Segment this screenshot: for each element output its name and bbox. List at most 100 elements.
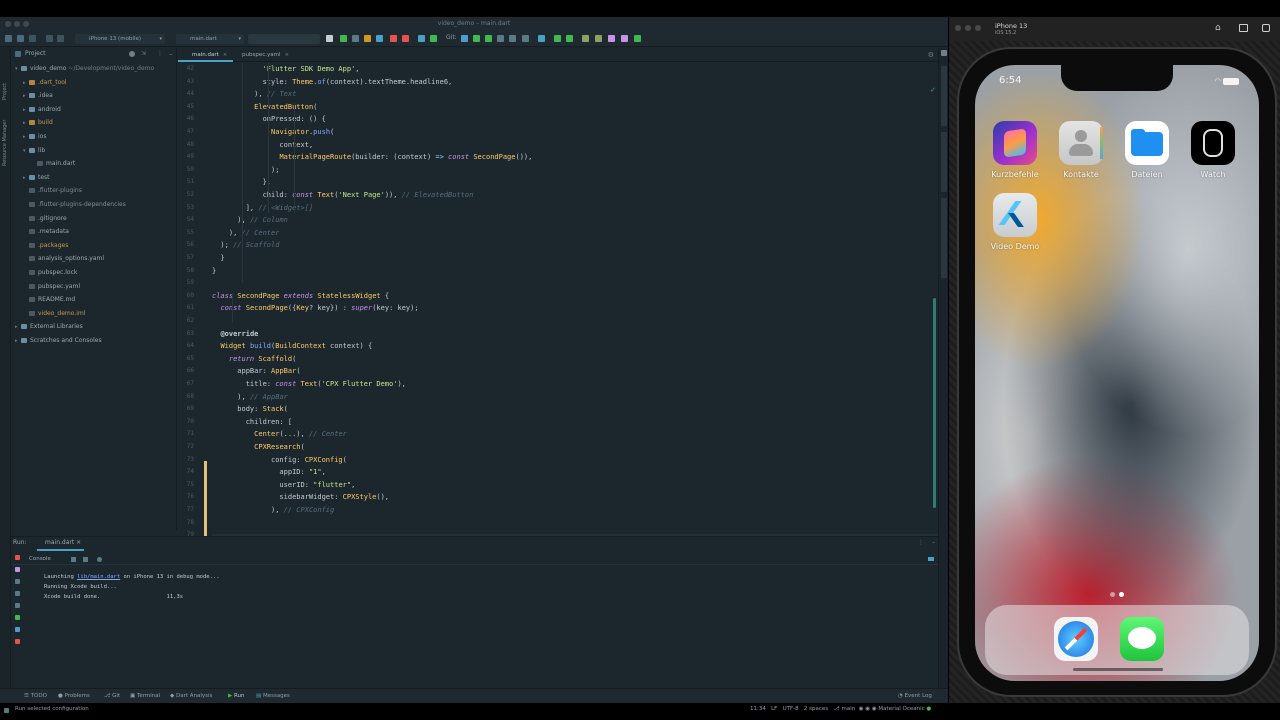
code-line[interactable]: appBar: AppBar( — [212, 365, 300, 378]
resource-manager-tool-tab[interactable]: Resource Manager — [2, 120, 8, 166]
line-number[interactable]: 68 — [187, 393, 194, 400]
code-line[interactable]: ); // Scaffold — [212, 239, 279, 252]
flutter-performance-tab-icon[interactable] — [941, 198, 947, 278]
window-close-icon[interactable] — [5, 21, 11, 27]
locate-file-icon[interactable] — [129, 51, 135, 57]
code-line[interactable]: child: const Text('Next Page')), // Elev… — [212, 189, 474, 202]
search-everywhere-icon[interactable] — [566, 35, 573, 42]
code-line[interactable]: ), // Text — [212, 88, 296, 101]
close-icon[interactable]: × — [76, 539, 81, 546]
line-number[interactable]: 48 — [187, 141, 194, 148]
code-line[interactable]: Navigator.push( — [212, 126, 334, 139]
memory-icon[interactable]: ◉ — [865, 706, 870, 712]
run-tab-main-dart[interactable]: main.dart × — [37, 537, 85, 551]
code-line[interactable]: userID: "flutter", — [212, 479, 355, 492]
git-push-icon[interactable] — [485, 35, 492, 42]
hot-restart-icon[interactable] — [376, 35, 383, 42]
tree-item[interactable]: ▸ test — [23, 173, 50, 183]
git-label-icon[interactable]: Git: — [446, 34, 457, 41]
stop-icon[interactable] — [390, 35, 397, 42]
page-indicator[interactable] — [1108, 582, 1126, 601]
inspection-icon[interactable]: ◉ — [872, 706, 877, 712]
indent-setting[interactable]: 2 spaces — [804, 706, 828, 712]
tree-item[interactable]: ▾ lib — [23, 146, 45, 156]
line-number[interactable]: 67 — [187, 380, 194, 387]
line-number[interactable]: 47 — [187, 128, 194, 135]
line-number[interactable]: 49 — [187, 153, 194, 160]
line-number[interactable]: 62 — [187, 317, 194, 324]
tree-item[interactable]: .packages — [23, 241, 68, 251]
print-icon[interactable] — [15, 603, 20, 608]
code-line[interactable]: CPXResearch( — [212, 441, 305, 454]
home-icon[interactable]: ⌂ — [1215, 23, 1221, 33]
code-line[interactable]: Widget build(BuildContext context) { — [212, 340, 372, 353]
git-update-icon[interactable] — [461, 35, 468, 42]
code-line[interactable]: ); — [212, 164, 279, 177]
layout-icon[interactable] — [928, 557, 934, 561]
tree-item[interactable]: .gitignore — [23, 214, 67, 224]
run-config-selector[interactable]: main.dart ▾ — [176, 34, 244, 44]
code-line[interactable]: Center(...), // Center — [212, 428, 347, 441]
scroll-down-icon[interactable] — [15, 579, 20, 584]
tree-item[interactable]: .flutter-plugins — [23, 186, 82, 196]
line-number[interactable]: 73 — [187, 456, 194, 463]
line-number[interactable]: 54 — [187, 216, 194, 223]
tab-main-dart[interactable]: main.dart × — [178, 48, 234, 62]
window-minimize-icon[interactable] — [14, 21, 20, 27]
app-kontakte[interactable]: Kontakte — [1053, 121, 1109, 179]
git-commit-icon[interactable] — [473, 35, 480, 42]
line-number[interactable]: 66 — [187, 367, 194, 374]
git-rollback-icon[interactable] — [509, 35, 516, 42]
pin-icon[interactable] — [15, 627, 20, 632]
line-number[interactable]: 53 — [187, 204, 194, 211]
code-line[interactable]: ), // CPXConfig — [212, 504, 334, 517]
hide-panel-icon[interactable]: – — [169, 48, 173, 60]
terminal-tool-button[interactable]: ▣ Terminal — [130, 689, 160, 703]
line-number[interactable]: 69 — [187, 405, 194, 412]
line-number[interactable]: 52 — [187, 191, 194, 198]
event-log-button[interactable]: ◔ Event Log — [898, 689, 932, 703]
app-video-demo[interactable]: Video Demo — [987, 193, 1043, 251]
code-line[interactable]: class SecondPage extends StatelessWidget… — [212, 290, 389, 303]
code-line[interactable]: const SecondPage({Key? key}) : super(key… — [212, 302, 418, 315]
git-history-icon[interactable] — [497, 35, 504, 42]
notifications-icon[interactable] — [941, 50, 947, 56]
line-number[interactable]: 60 — [187, 292, 194, 299]
inspector-icon[interactable] — [430, 35, 437, 42]
tree-item[interactable]: ▸ .idea — [23, 91, 53, 101]
options-icon[interactable]: ⋮ — [918, 537, 924, 549]
forward-icon[interactable] — [57, 35, 64, 42]
line-number[interactable]: 71 — [187, 430, 194, 437]
line-number[interactable]: 55 — [187, 229, 194, 236]
git-tool-button[interactable]: ⎇ Git — [104, 689, 120, 703]
scroll-to-end-icon[interactable] — [97, 557, 102, 562]
devtools-icon[interactable] — [418, 35, 425, 42]
code-line[interactable]: } — [212, 265, 216, 278]
code-line[interactable]: MaterialPageRoute(builder: (context) => … — [212, 151, 532, 164]
code-line[interactable]: children: [ — [212, 416, 292, 429]
messages-tool-button[interactable]: ▤ Messages — [256, 689, 290, 703]
tree-item[interactable]: README.md — [23, 295, 75, 305]
soft-wrap-icon[interactable] — [83, 557, 88, 562]
line-number[interactable]: 70 — [187, 418, 194, 425]
layout-icon[interactable] — [538, 35, 545, 42]
save-icon[interactable] — [17, 35, 24, 42]
line-number[interactable]: 74 — [187, 468, 194, 475]
app-dateien[interactable]: Dateien — [1119, 121, 1175, 179]
tree-item[interactable]: .metadata — [23, 227, 69, 237]
code-line[interactable]: context, — [212, 139, 313, 152]
back-icon[interactable] — [46, 35, 53, 42]
app-kurzbefehle[interactable]: Kurzbefehle — [987, 121, 1043, 179]
iphone-screen[interactable]: 6:54 ◠ Kurzbefehle Kontakte Dateien Watc… — [975, 65, 1259, 681]
line-number[interactable]: 77 — [187, 506, 194, 513]
window-zoom-icon[interactable] — [975, 25, 981, 31]
code-line[interactable]: } — [212, 252, 224, 265]
plugin-icon[interactable] — [608, 35, 615, 42]
sdk-manager-icon[interactable] — [595, 35, 602, 42]
tree-item[interactable]: .flutter-plugins-dependencies — [23, 200, 126, 210]
editor-scrollbar[interactable] — [933, 298, 936, 508]
line-number[interactable]: 75 — [187, 481, 194, 488]
grid-icon[interactable] — [554, 35, 561, 42]
hot-reload-icon[interactable] — [364, 35, 371, 42]
delete-icon[interactable] — [15, 639, 20, 644]
